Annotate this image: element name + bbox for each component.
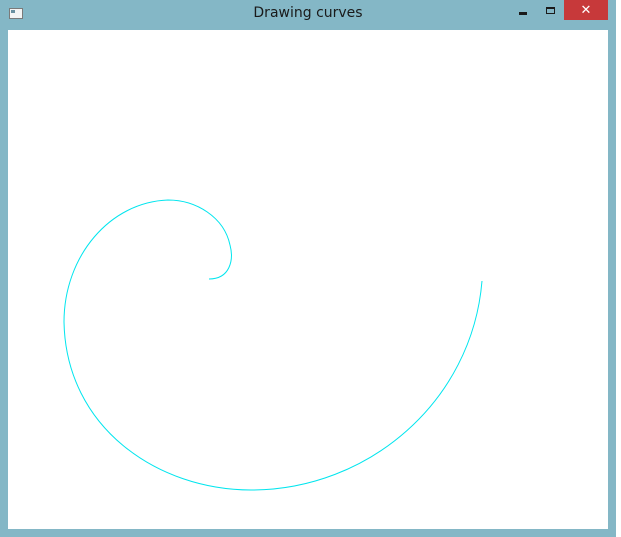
minimize-button[interactable]: [510, 0, 536, 20]
close-icon: ✕: [580, 2, 592, 18]
maximize-icon: [545, 6, 555, 14]
minimize-icon: [519, 11, 527, 15]
app-window: Drawing curves ✕: [0, 0, 616, 537]
spiral-curve: [63, 199, 483, 491]
title-bar[interactable]: Drawing curves ✕: [0, 0, 616, 29]
drawing-canvas[interactable]: [8, 30, 608, 529]
maximize-button[interactable]: [537, 0, 563, 20]
background-window-edge: [616, 0, 621, 537]
curve-canvas-svg: [63, 199, 483, 491]
close-button[interactable]: ✕: [564, 0, 608, 20]
